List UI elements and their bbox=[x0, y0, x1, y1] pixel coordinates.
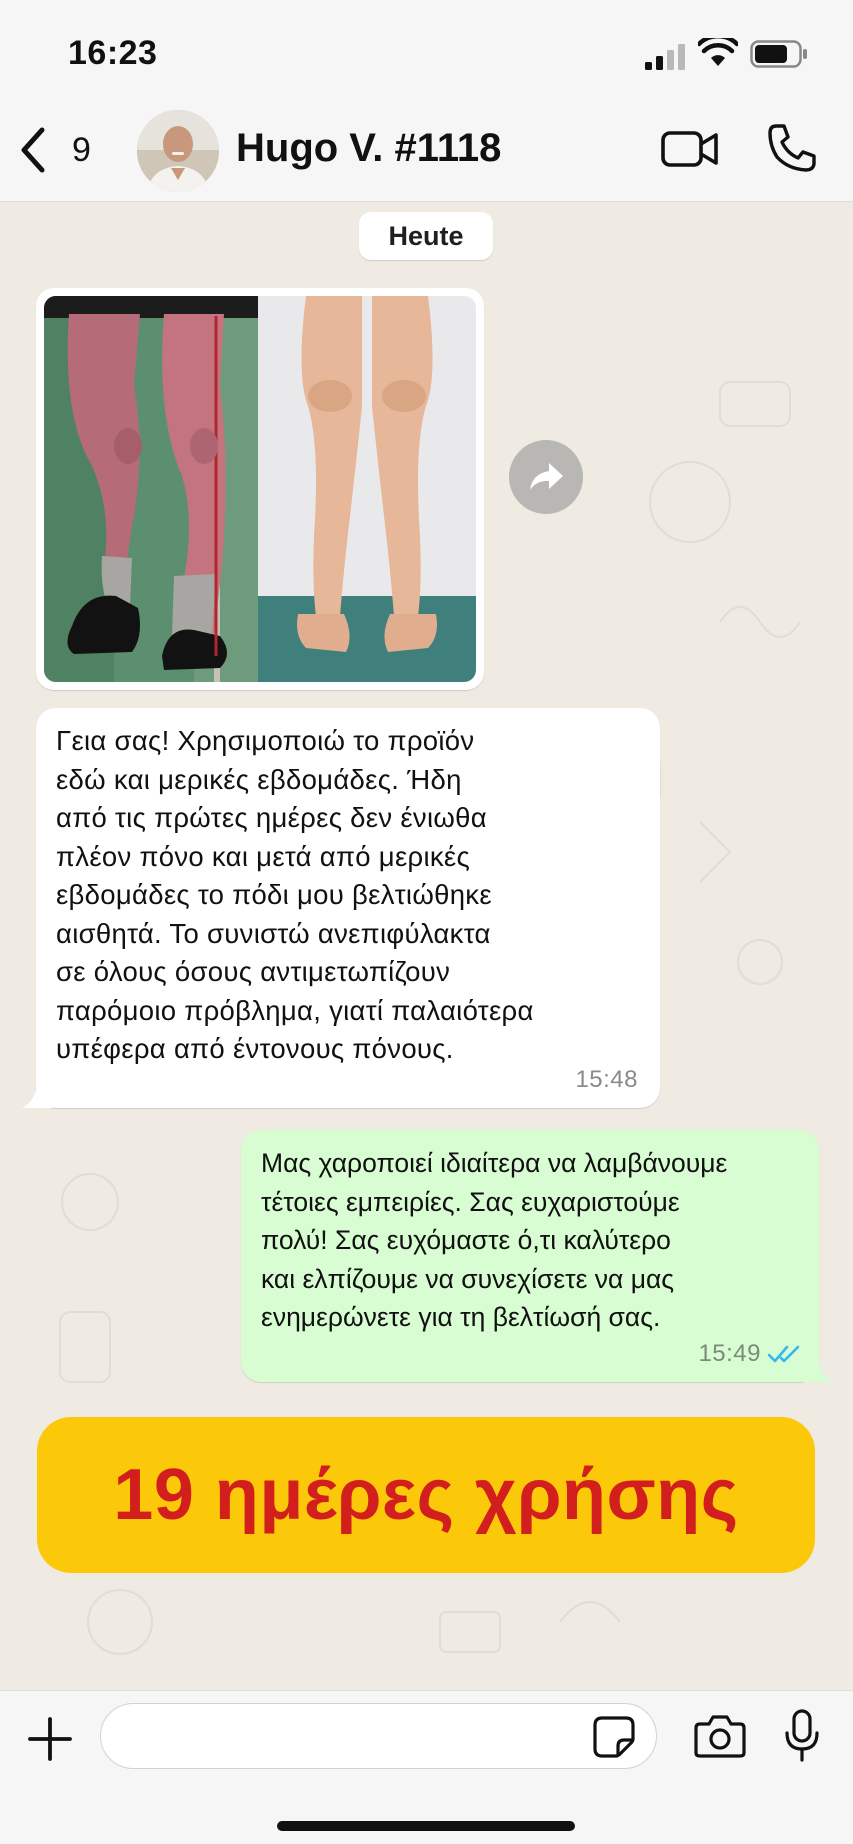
contact-avatar[interactable] bbox=[137, 110, 219, 192]
plus-icon[interactable] bbox=[26, 1715, 74, 1763]
banner-text: 19 ημέρες χρήσης bbox=[113, 1455, 739, 1535]
back-button[interactable]: 9 bbox=[16, 122, 106, 178]
camera-icon[interactable] bbox=[694, 1713, 746, 1759]
date-separator: Heute bbox=[359, 212, 493, 260]
chat-area[interactable]: Heute Γεια σας! Χρησιμοποιώ το προϊόν εδ… bbox=[0, 202, 853, 1690]
battery-icon bbox=[750, 40, 807, 68]
message-text: Μας χαροποιεί ιδιαίτερα να λαμβάνουμε τέ… bbox=[261, 1148, 728, 1332]
incoming-message[interactable]: Γεια σας! Χρησιμοποιώ το προϊόν εδώ και … bbox=[22, 708, 660, 1108]
bubble-tail bbox=[803, 1358, 833, 1382]
sticker-icon[interactable] bbox=[592, 1715, 636, 1759]
before-after-legs-photo bbox=[44, 296, 476, 682]
status-time: 16:23 bbox=[68, 34, 158, 72]
message-input[interactable] bbox=[100, 1703, 657, 1769]
back-chevron-icon bbox=[21, 127, 45, 173]
photo-after-legs bbox=[258, 296, 476, 682]
chat-header: 9 Hugo V. #1118 bbox=[0, 100, 853, 202]
phone-icon[interactable] bbox=[766, 122, 818, 174]
forward-icon bbox=[530, 463, 563, 490]
promo-banner: 19 ημέρες χρήσης bbox=[37, 1417, 815, 1573]
message-text: Γεια σας! Χρησιμοποιώ το προϊόν εδώ και … bbox=[56, 725, 534, 1064]
forward-button[interactable] bbox=[509, 440, 583, 514]
message-time: 15:48 bbox=[575, 1066, 638, 1093]
wifi-icon bbox=[698, 38, 738, 66]
home-indicator[interactable] bbox=[277, 1821, 575, 1831]
whatsapp-chat-screen: 16:23 9 Hugo V. #1118 Heute Γεια σας! Χρ… bbox=[0, 0, 853, 1844]
video-camera-icon[interactable] bbox=[660, 124, 720, 174]
avatar-image bbox=[137, 110, 219, 192]
outgoing-message[interactable]: Μας χαροποιεί ιδιαίτερα να λαμβάνουμε τέ… bbox=[241, 1130, 833, 1382]
status-bar: 16:23 bbox=[0, 0, 853, 100]
microphone-icon[interactable] bbox=[784, 1709, 820, 1763]
bubble-tail bbox=[22, 1084, 52, 1108]
photo-before-legs bbox=[44, 296, 258, 682]
image-message[interactable] bbox=[36, 288, 484, 690]
message-time: 15:49 bbox=[698, 1340, 761, 1367]
double-check-icon bbox=[767, 1345, 800, 1363]
message-input-bar bbox=[0, 1690, 853, 1844]
message-meta: 15:49 bbox=[698, 1340, 801, 1368]
signal-icon bbox=[645, 44, 685, 70]
unread-count: 9 bbox=[72, 130, 91, 169]
contact-name[interactable]: Hugo V. #1118 bbox=[236, 126, 501, 171]
